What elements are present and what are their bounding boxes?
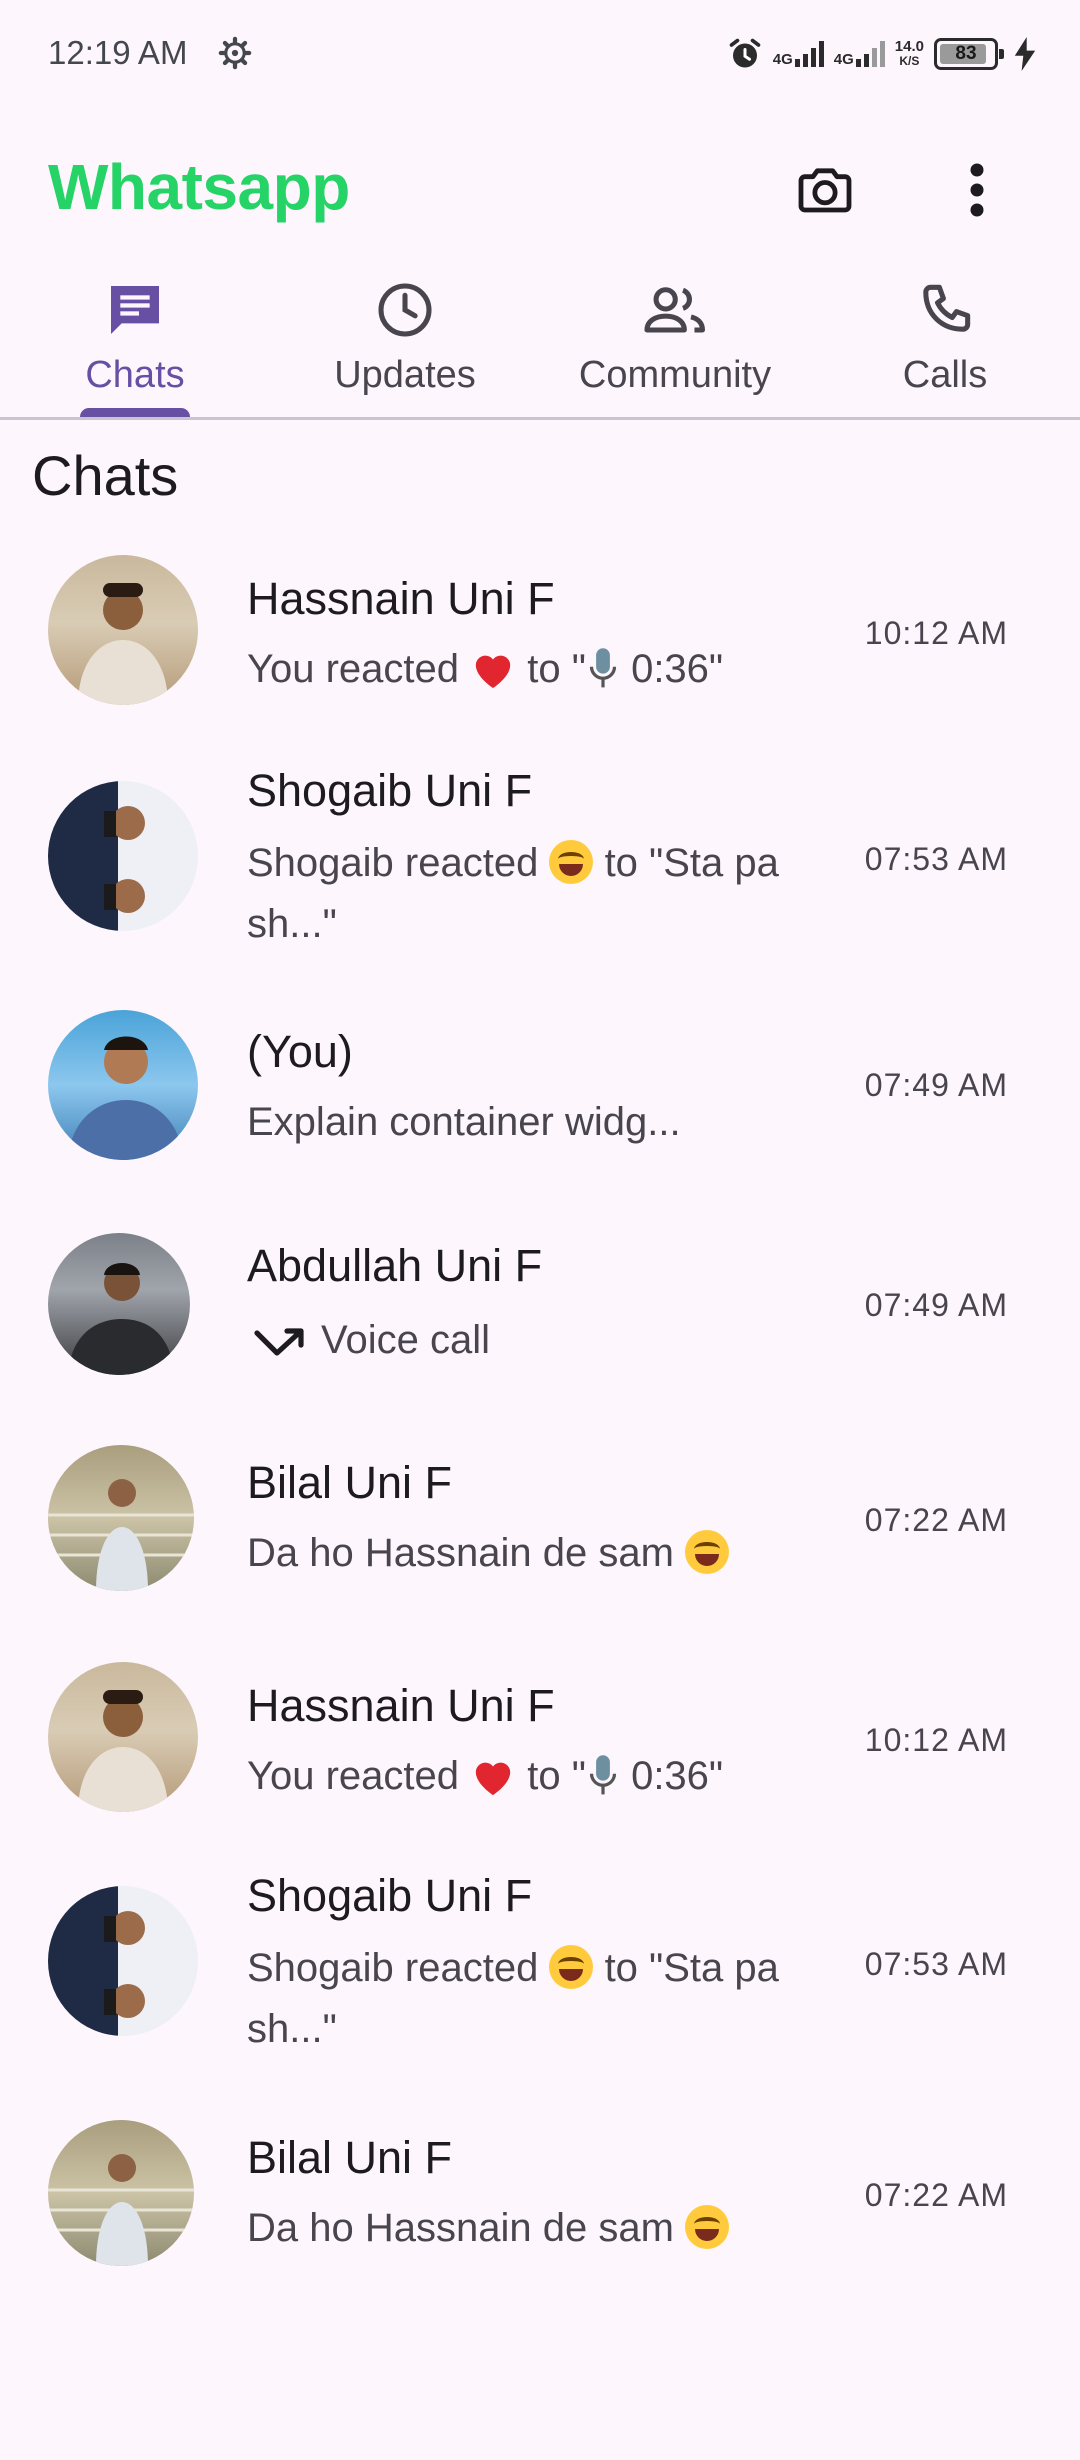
alarm-icon [729,38,761,68]
chat-icon [111,286,159,334]
tab-updates-label: Updates [334,354,476,396]
tab-chats[interactable]: Chats [0,270,270,417]
heart-emoji-icon [475,655,511,689]
avatar[interactable] [48,1886,198,2036]
phone-icon [923,284,971,332]
people-icon [644,287,705,333]
avatar-photo [48,781,145,931]
battery-level: 83 [955,43,977,64]
avatar-photo [48,1479,194,1591]
more-vert-icon [970,163,984,217]
microphone-emoji-icon [589,1755,617,1795]
tab-calls-label: Calls [902,354,988,396]
chat-item[interactable]: Abdullah Uni F Voice call 07:49 AM [0,1230,1080,1380]
avatar[interactable] [48,1233,190,1375]
chat-last-message: Voice call [247,1310,807,1371]
chat-name: Bilal Uni F [247,2132,453,2183]
more-options-button[interactable] [942,150,1012,230]
chat-item[interactable]: Bilal Uni F Da ho Hassnain de sam 07:22 … [0,1445,1080,1595]
chat-last-message: You reacted to " 0:36" [247,1754,724,1798]
chat-name: Abdullah Uni F [247,1240,543,1291]
laughing-emoji-icon [685,2205,730,2249]
chat-last-message: Da ho Hassnain de sam [247,1523,807,1584]
avatar[interactable] [48,1662,198,1812]
chat-item[interactable]: Shogaib Uni F Shogaib reacted to "Sta pa… [0,765,1080,965]
section-title: Chats [32,444,179,507]
chat-name: Shogaib Uni F [247,765,533,816]
signal-bars-icon [794,41,824,67]
avatar-photo [68,1263,174,1375]
chat-time: 07:53 AM [864,841,1008,877]
chat-time: 07:53 AM [864,1946,1008,1982]
network-type-1: 4G [772,51,793,68]
chat-name: Hassnain Uni F [247,573,555,624]
active-tab-indicator [80,408,190,417]
avatar-photo [68,1036,183,1160]
avatar[interactable] [48,781,198,931]
chat-time: 07:22 AM [864,1502,1008,1538]
signal-2: 4G [834,41,885,67]
chat-last-message: Shogaib reacted to "Sta pa sh..." [247,840,779,946]
chat-time: 10:12 AM [864,615,1008,651]
laughing-emoji-icon [549,1945,594,1989]
avatar[interactable] [48,555,198,705]
tab-community-label: Community [578,354,772,396]
network-speed: 14.0 K/S [894,38,924,68]
microphone-emoji-icon [589,648,617,688]
avatar-photo [78,1690,168,1812]
clock-icon [378,283,432,337]
camera-button[interactable] [790,150,860,230]
battery-icon: 83 [934,38,1004,70]
tab-updates[interactable]: Updates [270,270,540,417]
chat-last-message: You reacted to " 0:36" [247,647,724,691]
app-title: Whatsapp [48,151,350,223]
tab-community[interactable]: Community [540,270,810,417]
chat-name: Shogaib Uni F [247,1870,533,1921]
chat-time: 07:49 AM [864,1067,1008,1103]
status-bar: 12:19 AM 4G 4G 14.0 K/S 83 [0,0,1080,110]
charging-bolt-icon [1014,37,1036,71]
tab-calls[interactable]: Calls [810,270,1080,417]
chat-last-message: Explain container widg... [247,1100,681,1144]
chat-name: Bilal Uni F [247,1457,453,1508]
chat-item[interactable]: Bilal Uni F Da ho Hassnain de sam 07:22 … [0,2120,1080,2270]
signal-bars-icon [855,41,885,67]
avatar[interactable] [48,1445,194,1591]
status-time: 12:19 AM [48,34,188,71]
avatar-photo [48,2154,194,2266]
chat-time: 07:49 AM [864,1287,1008,1323]
chat-item[interactable]: Shogaib Uni F Shogaib reacted to "Sta pa… [0,1870,1080,2070]
chat-item[interactable]: (You) Explain container widg... 07:49 AM [0,1010,1080,1170]
heart-emoji-icon [475,1762,511,1796]
chat-last-message: Da ho Hassnain de sam [247,2198,807,2259]
camera-icon [798,168,852,213]
chat-name: Hassnain Uni F [247,1680,555,1731]
signal-1: 4G [773,41,824,67]
chat-name: (You) [247,1026,353,1077]
chat-last-message: Shogaib reacted to "Sta pa sh..." [247,1945,779,2051]
chat-item[interactable]: Hassnain Uni F You reacted to " 0:36" 10… [0,1652,1080,1822]
laughing-emoji-icon [549,840,594,884]
chat-item[interactable]: Hassnain Uni F You reacted to " 0:36" 10… [0,545,1080,715]
avatar[interactable] [48,2120,194,2266]
avatar-photo [78,583,168,705]
settings-gear-icon [218,36,252,70]
network-type-2: 4G [833,51,854,68]
avatar-photo [48,1886,145,2036]
laughing-emoji-icon [685,1530,730,1574]
chat-time: 10:12 AM [864,1722,1008,1758]
avatar[interactable] [48,1010,198,1160]
chat-time: 07:22 AM [864,2177,1008,2213]
tab-chats-label: Chats [85,354,185,396]
outgoing-call-icon [254,1328,304,1356]
tab-bar: Chats Updates Community Calls [0,270,1080,420]
